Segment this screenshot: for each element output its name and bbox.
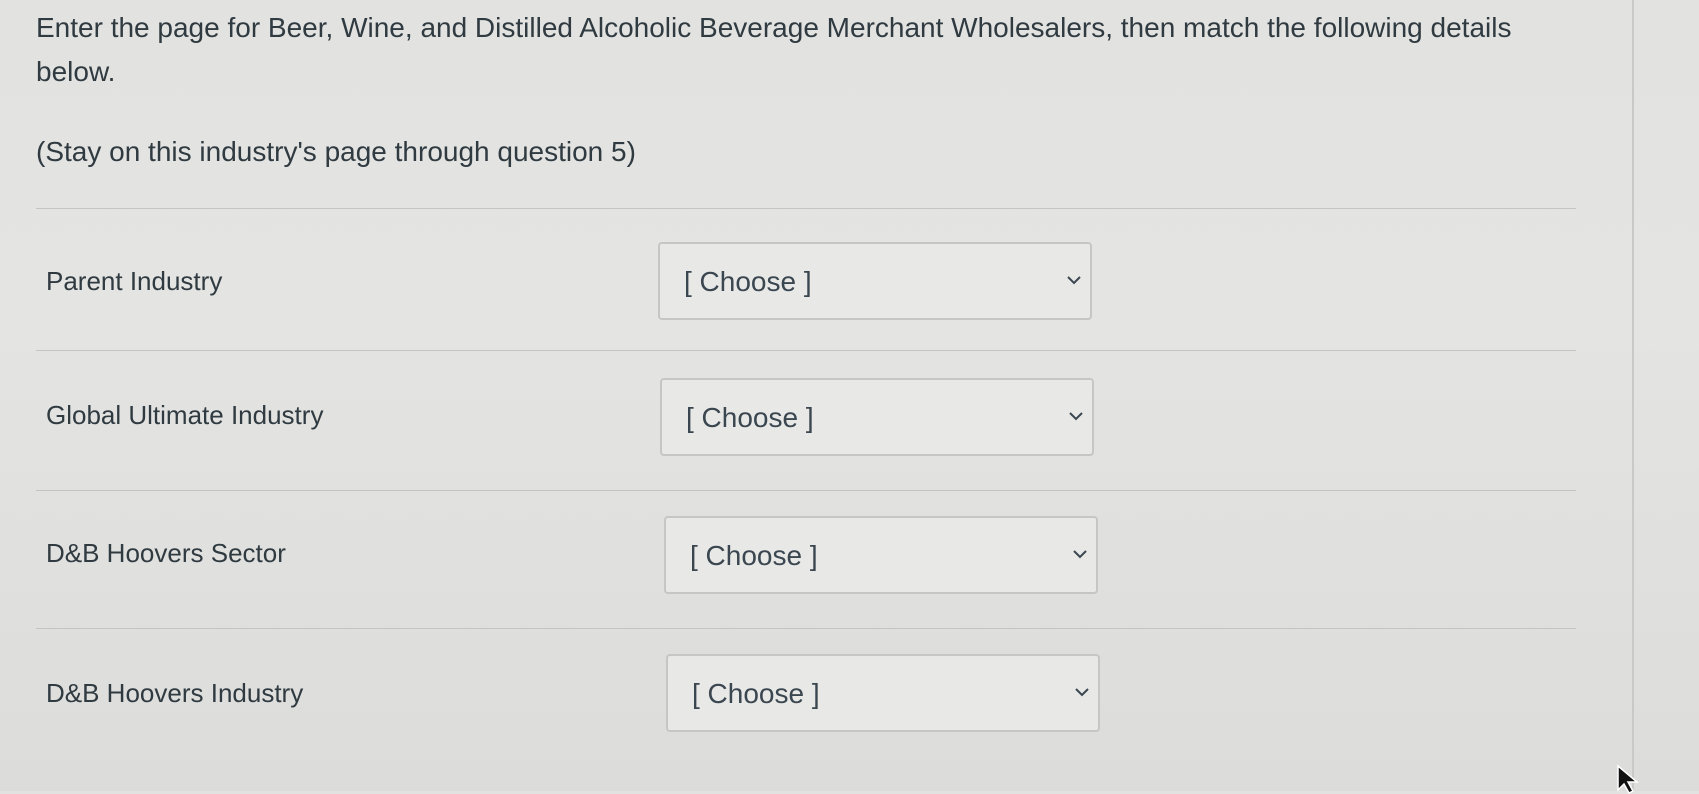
select-value: [ Choose ] — [690, 540, 818, 571]
match-row-hoovers-sector: D&B Hoovers Sector [ Choose ] — [0, 490, 1632, 610]
mouse-cursor-icon — [1617, 764, 1640, 794]
select-value: [ Choose ] — [684, 266, 812, 297]
match-label: Parent Industry — [46, 266, 223, 296]
chevron-down-icon — [1069, 412, 1083, 421]
chevron-down-icon — [1073, 550, 1087, 559]
global-ultimate-industry-select[interactable]: [ Choose ] — [660, 378, 1094, 456]
match-label: D&B Hoovers Industry — [46, 678, 304, 708]
question-note: (Stay on this industry's page through qu… — [36, 136, 636, 167]
select-value: [ Choose ] — [692, 678, 820, 709]
match-row-global-ultimate-industry: Global Ultimate Industry [ Choose ] — [0, 350, 1632, 470]
match-row-hoovers-industry: D&B Hoovers Industry [ Choose ] — [0, 628, 1632, 748]
chevron-down-icon — [1067, 276, 1081, 285]
match-label: Global Ultimate Industry — [46, 400, 324, 430]
select-value: [ Choose ] — [686, 402, 814, 433]
chevron-down-icon — [1075, 688, 1089, 697]
match-row-parent-industry: Parent Industry [ Choose ] — [0, 210, 1632, 330]
hoovers-sector-select[interactable]: [ Choose ] — [664, 516, 1098, 594]
question-prompt: Enter the page for Beer, Wine, and Disti… — [36, 12, 1512, 87]
divider — [36, 208, 1576, 209]
parent-industry-select[interactable]: [ Choose ] — [658, 242, 1092, 320]
hoovers-industry-select[interactable]: [ Choose ] — [666, 654, 1100, 732]
match-label: D&B Hoovers Sector — [46, 538, 286, 568]
question-card: Enter the page for Beer, Wine, and Disti… — [0, 0, 1634, 791]
